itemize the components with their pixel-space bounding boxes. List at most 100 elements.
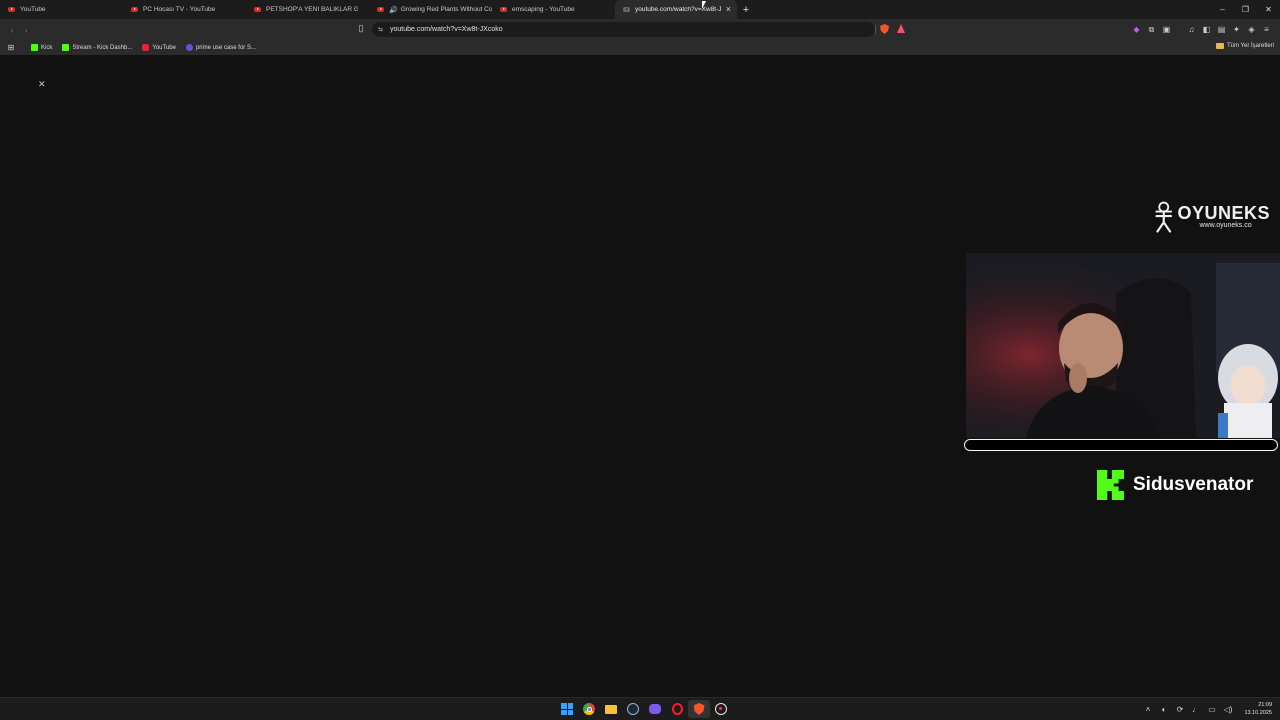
oyuneks-url: www.oyuneks.co [1199,222,1252,229]
taskbar-discord[interactable] [644,700,666,718]
all-bookmarks-folder[interactable]: Tüm Yer İşaretleri [1215,43,1274,49]
url-text: youtube.com/watch?v=Xw8t-JXcoko [390,26,503,33]
chevron-up-icon[interactable]: ˄ [1140,705,1156,714]
bookmark-label: Stream - Kick Dashb... [72,44,133,51]
extension-icon[interactable]: ◆ [1129,23,1144,37]
taskbar-brave[interactable] [688,700,710,718]
youtube-icon [142,44,150,51]
microphone-icon[interactable]: ♩ [1188,705,1204,714]
bookmark-label: prime use case for S... [195,44,256,51]
new-tab-button[interactable]: + [737,0,755,19]
brave-icon [693,703,705,715]
youtube-icon [254,7,261,12]
webcam-image [966,253,1280,438]
tab-label: PETSHOP'A YENİ BALIKLAR GELDİ | E [266,6,358,13]
taskbar-opera[interactable] [666,700,688,718]
network-icon[interactable]: ▭ [1204,705,1220,714]
youtube-icon [8,7,15,12]
tab-youtube[interactable]: YouTube [0,0,123,19]
site-info-icon[interactable]: ⇆ [378,26,386,33]
taskbar-apps [556,700,732,718]
divider [875,25,876,34]
tab-emscaping[interactable]: emscaping - YouTube [492,0,615,19]
youtube-icon [131,7,138,12]
tab-label: PC Hocası TV - YouTube [143,6,216,13]
bookmarks-bar: ⊞ Kick Stream - Kick Dashb... YouTube pr… [0,40,1280,55]
screenshot-icon[interactable]: ▣ [1159,23,1174,37]
sync-icon[interactable]: ⟳ [1172,705,1188,714]
menu-icon[interactable]: ≡ [1259,23,1274,37]
mouse-cursor [702,1,706,9]
tray-app-icon[interactable]: ◐ [1156,705,1172,714]
kick-icon [62,44,70,51]
tab-pc-hocasi[interactable]: PC Hocası TV - YouTube [123,0,246,19]
volume-icon[interactable]: ◁) [1220,705,1236,714]
restore-button[interactable]: ❐ [1234,0,1257,19]
tab-label: YouTube [20,6,46,13]
loading-icon [623,7,630,12]
brave-shields-icon[interactable] [880,24,889,34]
youtube-icon [377,7,384,12]
media-controls-icon[interactable]: ♫ [1184,23,1199,37]
prime-icon [185,44,193,51]
browser-window: YouTube PC Hocası TV - YouTube PETSHOP'A… [0,0,1280,720]
taskbar-steam[interactable] [622,700,644,718]
toolbar-actions: ◆ ⧉ ▣ ♫ ◧ ▤ ✦ ◈ ≡ [1129,19,1274,40]
window-controls: – ❐ ✕ [1211,0,1280,19]
oyuneks-mascot-icon [1155,201,1173,233]
start-button[interactable] [556,700,578,718]
steam-icon [627,703,639,715]
windows-start-icon [561,703,573,715]
bookmark-kick[interactable]: Kick [31,44,52,51]
forward-button[interactable]: › [19,23,33,37]
all-bookmarks-label: Tüm Yer İşaretleri [1226,43,1274,49]
clock-time: 21:09 [1258,702,1272,708]
bookmark-youtube[interactable]: YouTube [142,44,176,51]
wallet-icon[interactable]: ▤ [1214,23,1229,37]
vpn-icon[interactable]: ◈ [1244,23,1259,37]
sidebar-icon[interactable]: ◧ [1199,23,1214,37]
taskbar-obs[interactable] [710,700,732,718]
back-button[interactable]: ‹ [5,23,19,37]
speaker-icon[interactable]: 🔊 [389,6,398,14]
obs-icon [715,703,727,715]
opera-icon [671,703,683,715]
youtube-icon [500,7,507,12]
taskbar-chrome[interactable] [578,700,600,718]
taskbar-clock[interactable]: 21:09 13.10.2025 [1244,701,1272,717]
kick-icon [31,44,38,51]
kick-streamer-tag: Sidusvenator [1097,470,1253,500]
address-bar[interactable]: ⇆ youtube.com/watch?v=Xw8t-JXcoko [372,22,875,37]
tab-growing-red-plants[interactable]: 🔊 Growing Red Plants Without Co2 [369,0,492,19]
discord-icon [649,704,661,714]
streamer-name: Sidusvenator [1133,474,1254,495]
bookmark-prime[interactable]: prime use case for S... [185,44,256,51]
close-icon[interactable]: × [726,4,731,14]
close-window-button[interactable]: ✕ [1257,0,1280,19]
bookmark-label: YouTube [152,44,176,51]
oyuneks-text: OYUNEKS www.oyuneks.co [1177,204,1270,230]
extensions-puzzle-icon[interactable]: ⧉ [1144,23,1159,37]
tab-label: youtube.com/watch?v=Xw8t-JXc [635,6,721,13]
windows-taskbar: ˄ ◐ ⟳ ♩ ▭ ◁) 21:09 13.10.2025 [0,697,1280,720]
tab-petshop[interactable]: PETSHOP'A YENİ BALIKLAR GELDİ | E [246,0,369,19]
stop-loading-icon[interactable]: ✕ [38,79,46,90]
oyuneks-logo: OYUNEKS www.oyuneks.co [1152,196,1270,238]
divider [1174,23,1184,37]
tab-active-watch[interactable]: youtube.com/watch?v=Xw8t-JXc × [615,0,737,19]
tab-label: emscaping - YouTube [512,6,575,13]
clock-date: 13.10.2025 [1244,710,1272,716]
bookmark-label: Kick [41,44,53,51]
apps-grid-icon[interactable]: ⊞ [0,43,22,52]
bookmark-icon[interactable]: ▯ [355,23,367,35]
webcam-border-bar [964,439,1278,451]
kick-logo-icon [1097,470,1124,500]
leo-ai-icon[interactable]: ✦ [1229,23,1244,37]
bookmark-kick-dashboard[interactable]: Stream - Kick Dashb... [62,44,132,51]
chrome-icon [583,703,595,715]
folder-icon [1215,43,1224,49]
tab-label: Growing Red Plants Without Co2 [400,6,492,13]
brave-rewards-icon[interactable] [897,24,905,33]
minimize-button[interactable]: – [1211,0,1234,19]
taskbar-explorer[interactable] [600,700,622,718]
